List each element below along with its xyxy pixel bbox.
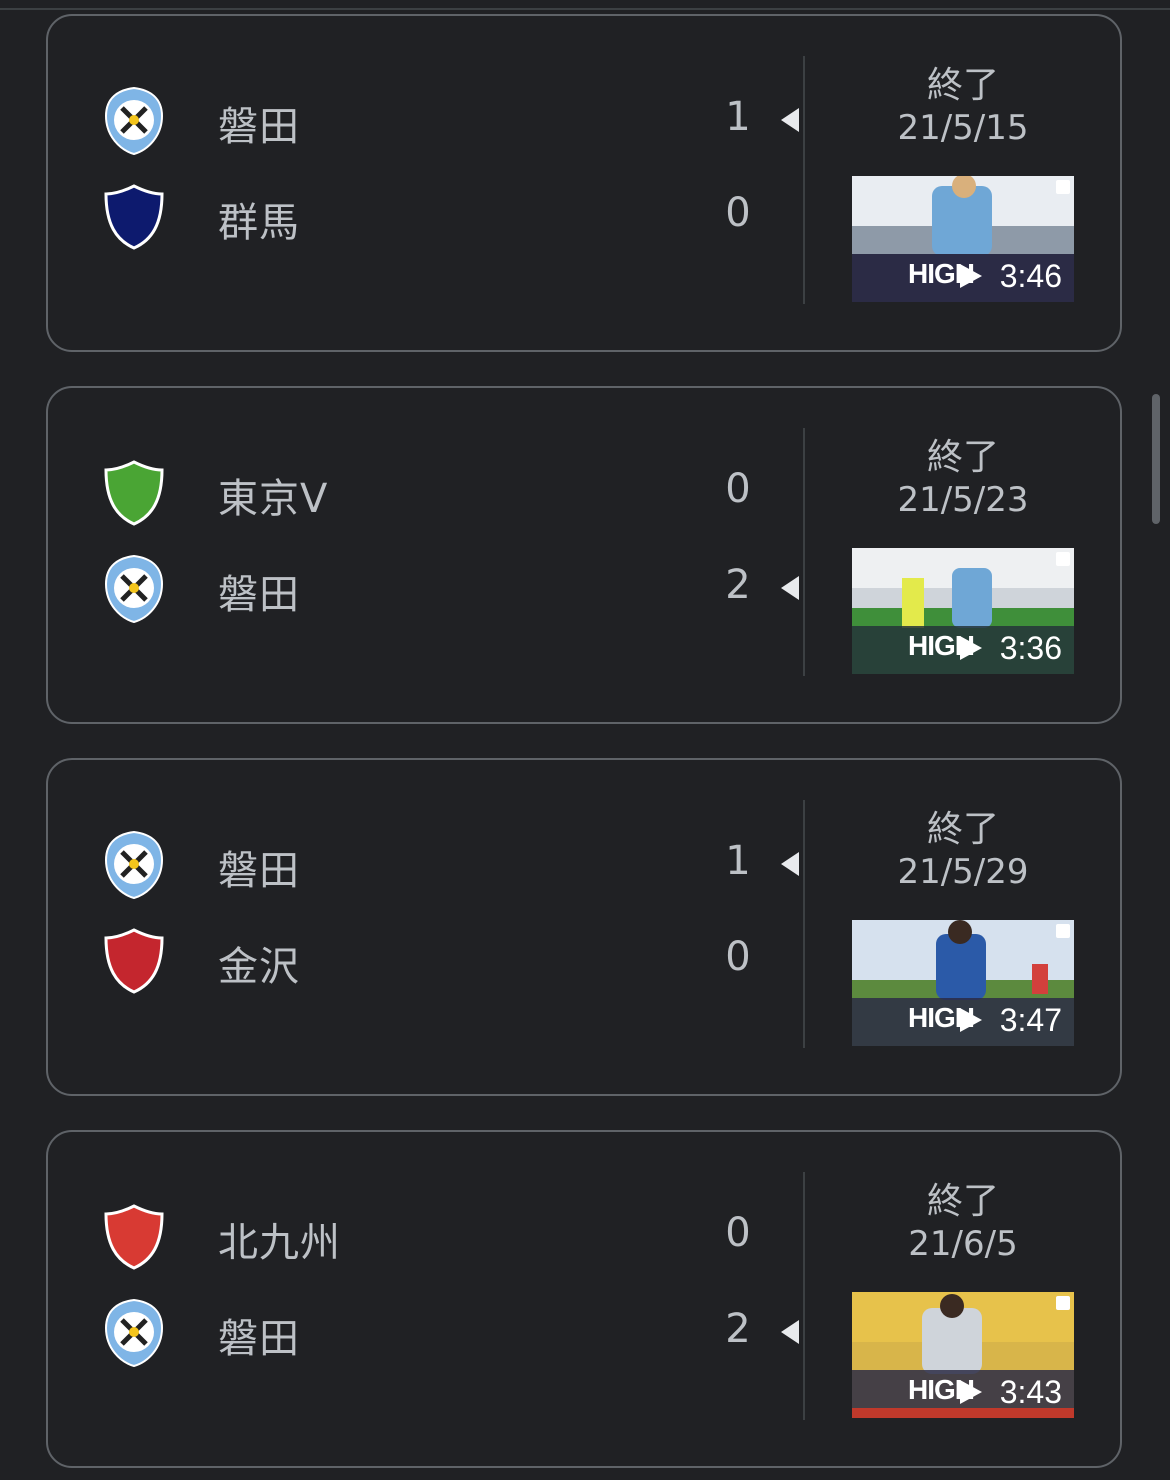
highlight-video-thumbnail[interactable]: HIGH 3:46 <box>852 176 1074 302</box>
highlight-video-thumbnail[interactable]: HIGH 3:47 <box>852 920 1074 1046</box>
team-name: 東京V <box>218 476 329 522</box>
team-score: 2 <box>725 1306 751 1352</box>
match-status: 終了 <box>926 809 999 850</box>
match-card[interactable]: 東京V 0 磐田 2 終了 21/5/23 HIGH 3:36 <box>46 386 1122 724</box>
kitakyushu-shield-icon <box>104 1204 164 1270</box>
video-duration: 3:47 <box>999 1002 1062 1038</box>
play-icon[interactable] <box>960 636 982 660</box>
match-date: 21/5/15 <box>897 108 1029 148</box>
winner-arrow-icon <box>781 108 799 132</box>
home-team-row: 東京V 0 <box>48 452 808 532</box>
play-icon[interactable] <box>960 264 982 288</box>
match-card[interactable]: 磐田 1 金沢 0 終了 21/5/29 HIGH 3:47 <box>46 758 1122 1096</box>
video-duration: 3:36 <box>999 630 1062 666</box>
top-divider <box>0 0 1170 10</box>
kanazawa-shield-icon <box>104 928 164 994</box>
away-team-row: 群馬 0 <box>48 176 808 256</box>
team-name: 磐田 <box>218 104 300 150</box>
away-team-row: 金沢 0 <box>48 920 808 1000</box>
winner-arrow-icon <box>781 1320 799 1344</box>
winner-arrow-icon <box>781 852 799 876</box>
team-score: 1 <box>725 94 751 140</box>
team-score: 0 <box>725 466 751 512</box>
match-date: 21/5/23 <box>897 480 1029 520</box>
highlight-video-thumbnail[interactable]: HIGH 3:43 <box>852 1292 1074 1418</box>
team-name: 金沢 <box>218 944 300 990</box>
home-team-row: 北九州 0 <box>48 1196 808 1276</box>
team-score: 1 <box>725 838 751 884</box>
team-score: 0 <box>725 190 751 236</box>
gunma-shield-icon <box>104 184 164 250</box>
jubilo-crest-icon <box>104 830 164 900</box>
home-team-row: 磐田 1 <box>48 824 808 904</box>
match-card[interactable]: 北九州 0 磐田 2 終了 21/6/5 HIGH 3:43 <box>46 1130 1122 1468</box>
video-duration: 3:46 <box>999 258 1062 294</box>
video-duration: 3:43 <box>999 1374 1062 1410</box>
divider <box>803 800 805 1048</box>
team-name: 北九州 <box>218 1220 341 1266</box>
team-score: 0 <box>725 934 751 980</box>
jubilo-crest-icon <box>104 1298 164 1368</box>
divider <box>803 1172 805 1420</box>
team-score: 0 <box>725 1210 751 1256</box>
divider <box>803 56 805 304</box>
tokyov-shield-icon <box>104 460 164 526</box>
match-status: 終了 <box>926 1181 999 1222</box>
play-icon[interactable] <box>960 1380 982 1404</box>
divider <box>803 428 805 676</box>
match-date: 21/6/5 <box>908 1224 1018 1264</box>
play-icon[interactable] <box>960 1008 982 1032</box>
team-name: 群馬 <box>218 200 300 246</box>
away-team-row: 磐田 2 <box>48 1292 808 1372</box>
jleague-logo-icon <box>1056 552 1070 566</box>
team-score: 2 <box>725 562 751 608</box>
jleague-logo-icon <box>1056 180 1070 194</box>
match-status: 終了 <box>926 437 999 478</box>
match-date: 21/5/29 <box>897 852 1029 892</box>
highlight-video-thumbnail[interactable]: HIGH 3:36 <box>852 548 1074 674</box>
home-team-row: 磐田 1 <box>48 80 808 160</box>
jleague-logo-icon <box>1056 1296 1070 1310</box>
away-team-row: 磐田 2 <box>48 548 808 628</box>
match-status: 終了 <box>926 65 999 106</box>
team-name: 磐田 <box>218 1316 300 1362</box>
winner-arrow-icon <box>781 576 799 600</box>
jleague-logo-icon <box>1056 924 1070 938</box>
match-card[interactable]: 磐田 1 群馬 0 終了 21/5/15 HIGH 3:46 <box>46 14 1122 352</box>
team-name: 磐田 <box>218 572 300 618</box>
team-name: 磐田 <box>218 848 300 894</box>
jubilo-crest-icon <box>104 554 164 624</box>
jubilo-crest-icon <box>104 86 164 156</box>
scrollbar[interactable] <box>1152 394 1160 524</box>
